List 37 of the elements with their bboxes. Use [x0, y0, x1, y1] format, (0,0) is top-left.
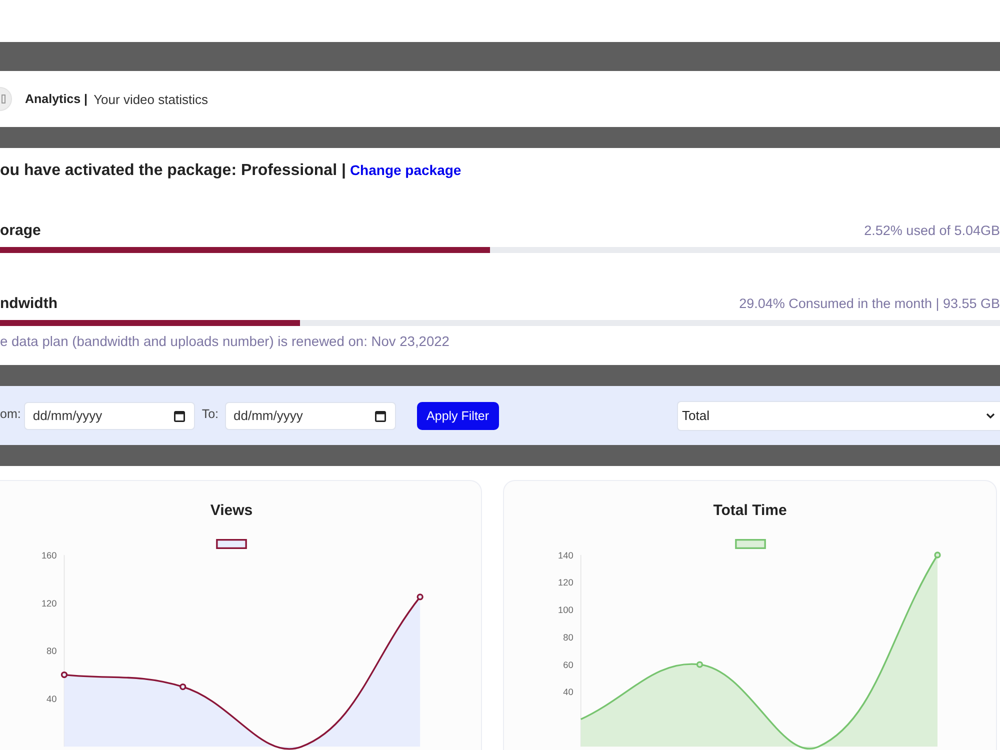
renewal-note: e data plan (bandwidth and uploads number) is renewed on: Nov 23,2022 — [0, 333, 450, 351]
data-point — [934, 552, 941, 558]
y-tick-label: 40 — [563, 687, 574, 698]
from-label: om: — [0, 406, 21, 420]
page-title: Analytics | — [25, 92, 88, 106]
usage-reading: 29.04% Consumed in the month | 93.55 GB — [739, 295, 1000, 313]
page-subtitle: Your video statistics — [94, 92, 208, 106]
data-point — [180, 683, 186, 690]
usage-label: ndwidth — [0, 294, 58, 314]
y-tick-label: 100 — [558, 605, 574, 616]
data-point — [60, 671, 68, 678]
y-tick-label: 40 — [46, 694, 57, 704]
change-package-link[interactable]: Change package — [350, 162, 462, 178]
to-label: To: — [202, 406, 219, 420]
chart-title: Views — [210, 501, 253, 521]
data-point — [416, 594, 424, 600]
y-tick-label: 120 — [41, 598, 57, 608]
date-field[interactable]: dd/mm/yyyy — [224, 402, 396, 430]
app-icon — [0, 87, 12, 111]
y-tick-label: 80 — [563, 632, 574, 642]
apply-filter-button[interactable]: Apply Filter — [416, 402, 500, 430]
y-tick-label: 120 — [558, 578, 574, 588]
calendar-icon[interactable] — [374, 410, 386, 422]
legend-swatch-icon[interactable] — [213, 539, 250, 549]
date-field[interactable]: dd/mm/yyyy — [24, 402, 195, 430]
usage-label: orage — [0, 221, 41, 241]
y-tick-label: 140 — [558, 550, 574, 560]
usage-reading: 2.52% used of 5.04GB — [864, 222, 1000, 240]
calendar-icon[interactable] — [174, 410, 185, 422]
chart-title: Total Time — [713, 501, 787, 521]
y-tick-label: 60 — [563, 660, 574, 670]
chevron-down-icon — [986, 412, 995, 418]
y-tick-label: 80 — [46, 646, 57, 656]
data-point — [696, 661, 704, 668]
period-dropdown[interactable]: Total — [677, 400, 1000, 430]
y-tick-label: 160 — [41, 550, 57, 560]
package-status: ou have activated the package: Professional | — [0, 161, 346, 181]
